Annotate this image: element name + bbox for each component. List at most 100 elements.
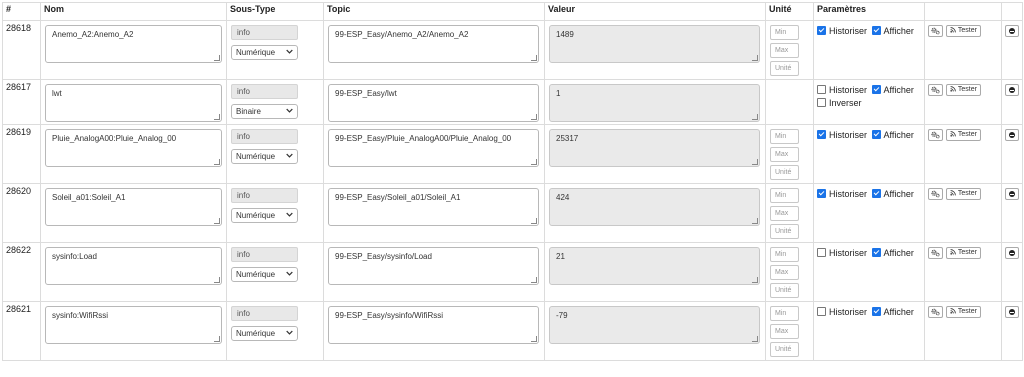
resize-grip-icon[interactable] xyxy=(531,277,537,283)
resize-grip-icon[interactable] xyxy=(531,336,537,342)
name-input[interactable]: lwt xyxy=(45,84,222,122)
topic-input[interactable]: 99-ESP_Easy/sysinfo/WifiRssi xyxy=(328,306,539,344)
min-input[interactable]: Min xyxy=(770,25,799,40)
remove-button[interactable] xyxy=(1005,84,1019,96)
max-input[interactable]: Max xyxy=(770,206,799,221)
subtype-select[interactable]: Binaire xyxy=(231,104,298,119)
historize-checkbox[interactable] xyxy=(817,85,826,94)
min-input[interactable]: Min xyxy=(770,188,799,203)
remove-button[interactable] xyxy=(1005,25,1019,37)
historize-checkbox[interactable] xyxy=(817,307,826,316)
remove-button[interactable] xyxy=(1005,306,1019,318)
name-cell: Pluie_AnalogA00:Pluie_Analog_00 xyxy=(40,124,227,184)
display-checkbox[interactable] xyxy=(871,189,881,198)
advanced-config-button[interactable] xyxy=(928,129,943,141)
topic-input[interactable]: 99-ESP_Easy/Anemo_A2/Anemo_A2 xyxy=(328,25,539,63)
display-checkbox[interactable] xyxy=(871,248,881,257)
advanced-config-button[interactable] xyxy=(928,188,943,200)
historize-checkbox[interactable] xyxy=(817,248,826,257)
advanced-config-button[interactable] xyxy=(928,84,943,96)
display-checkbox[interactable] xyxy=(871,307,881,316)
invert-checkbox[interactable] xyxy=(817,98,826,107)
unit-input[interactable]: Unité xyxy=(770,165,799,180)
resize-grip-icon[interactable] xyxy=(214,277,220,283)
actions-cell: Tester xyxy=(924,183,1002,243)
resize-grip-icon[interactable] xyxy=(752,277,758,283)
minus-circle-icon xyxy=(1009,309,1015,315)
display-checkbox[interactable] xyxy=(871,85,881,94)
resize-grip-icon[interactable] xyxy=(531,114,537,120)
resize-grip-icon[interactable] xyxy=(214,336,220,342)
topic-input[interactable]: 99-ESP_Easy/Pluie_AnalogA00/Pluie_Analog… xyxy=(328,129,539,167)
test-button[interactable]: Tester xyxy=(946,25,981,37)
advanced-config-button[interactable] xyxy=(928,25,943,37)
remove-button[interactable] xyxy=(1005,188,1019,200)
remove-button[interactable] xyxy=(1005,129,1019,141)
subtype-select[interactable]: Numérique xyxy=(231,208,298,223)
name-input[interactable]: sysinfo:WifiRssi xyxy=(45,306,222,344)
test-button[interactable]: Tester xyxy=(946,129,981,141)
resize-grip-icon[interactable] xyxy=(752,114,758,120)
rss-icon xyxy=(950,190,956,196)
historize-label: Historiser xyxy=(829,189,868,199)
test-button[interactable]: Tester xyxy=(946,84,981,96)
max-input[interactable]: Max xyxy=(770,43,799,58)
subtype-select[interactable]: Numérique xyxy=(231,326,298,341)
type-badge-text: info xyxy=(237,132,250,141)
test-button[interactable]: Tester xyxy=(946,306,981,318)
unit-placeholder: Unité xyxy=(775,169,792,176)
resize-grip-icon[interactable] xyxy=(214,159,220,165)
min-input[interactable]: Min xyxy=(770,247,799,262)
historize-checkbox[interactable] xyxy=(817,26,826,35)
subtype-select[interactable]: Numérique xyxy=(231,267,298,282)
unit-cell: Min Max Unité xyxy=(765,301,814,361)
topic-input[interactable]: 99-ESP_Easy/Soleil_a01/Soleil_A1 xyxy=(328,188,539,226)
name-input[interactable]: Pluie_AnalogA00:Pluie_Analog_00 xyxy=(45,129,222,167)
max-input[interactable]: Max xyxy=(770,265,799,280)
topic-cell: 99-ESP_Easy/Anemo_A2/Anemo_A2 xyxy=(323,20,545,80)
test-button[interactable]: Tester xyxy=(946,247,981,259)
display-checkbox[interactable] xyxy=(871,130,881,139)
subtype-select[interactable]: Numérique xyxy=(231,45,298,60)
subtype-select[interactable]: Numérique xyxy=(231,149,298,164)
params-cell: Historiser Afficher xyxy=(813,242,925,302)
name-input[interactable]: Soleil_a01:Soleil_A1 xyxy=(45,188,222,226)
actions-cell: Tester xyxy=(924,301,1002,361)
historize-checkbox[interactable] xyxy=(817,189,826,198)
resize-grip-icon[interactable] xyxy=(752,55,758,61)
resize-grip-icon[interactable] xyxy=(214,55,220,61)
min-input[interactable]: Min xyxy=(770,129,799,144)
test-button-label: Tester xyxy=(957,86,977,93)
resize-grip-icon[interactable] xyxy=(752,336,758,342)
unit-input[interactable]: Unité xyxy=(770,342,799,357)
min-input[interactable]: Min xyxy=(770,306,799,321)
resize-grip-icon[interactable] xyxy=(752,159,758,165)
resize-grip-icon[interactable] xyxy=(214,114,220,120)
resize-grip-icon[interactable] xyxy=(214,218,220,224)
display-checkbox[interactable] xyxy=(871,26,881,35)
historize-checkbox[interactable] xyxy=(817,130,826,139)
name-input[interactable]: sysinfo:Load xyxy=(45,247,222,285)
advanced-config-button[interactable] xyxy=(928,247,943,259)
value-cell: 424 xyxy=(544,183,766,243)
table-row: 28619 Pluie_AnalogA00:Pluie_Analog_00 in… xyxy=(2,124,1023,184)
resize-grip-icon[interactable] xyxy=(531,159,537,165)
name-input-value: sysinfo:WifiRssi xyxy=(52,311,109,320)
test-button[interactable]: Tester xyxy=(946,188,981,200)
max-input[interactable]: Max xyxy=(770,324,799,339)
resize-grip-icon[interactable] xyxy=(752,218,758,224)
name-input[interactable]: Anemo_A2:Anemo_A2 xyxy=(45,25,222,63)
resize-grip-icon[interactable] xyxy=(531,55,537,61)
topic-input[interactable]: 99-ESP_Easy/lwt xyxy=(328,84,539,122)
resize-grip-icon[interactable] xyxy=(531,218,537,224)
advanced-config-button[interactable] xyxy=(928,306,943,318)
remove-button[interactable] xyxy=(1005,247,1019,259)
unit-input[interactable]: Unité xyxy=(770,283,799,298)
min-placeholder: Min xyxy=(775,133,787,140)
max-input[interactable]: Max xyxy=(770,147,799,162)
unit-input[interactable]: Unité xyxy=(770,224,799,239)
topic-input[interactable]: 99-ESP_Easy/sysinfo/Load xyxy=(328,247,539,285)
cmd-id: 28621 xyxy=(2,301,41,361)
value-field: 25317 xyxy=(549,129,760,167)
unit-input[interactable]: Unité xyxy=(770,61,799,76)
